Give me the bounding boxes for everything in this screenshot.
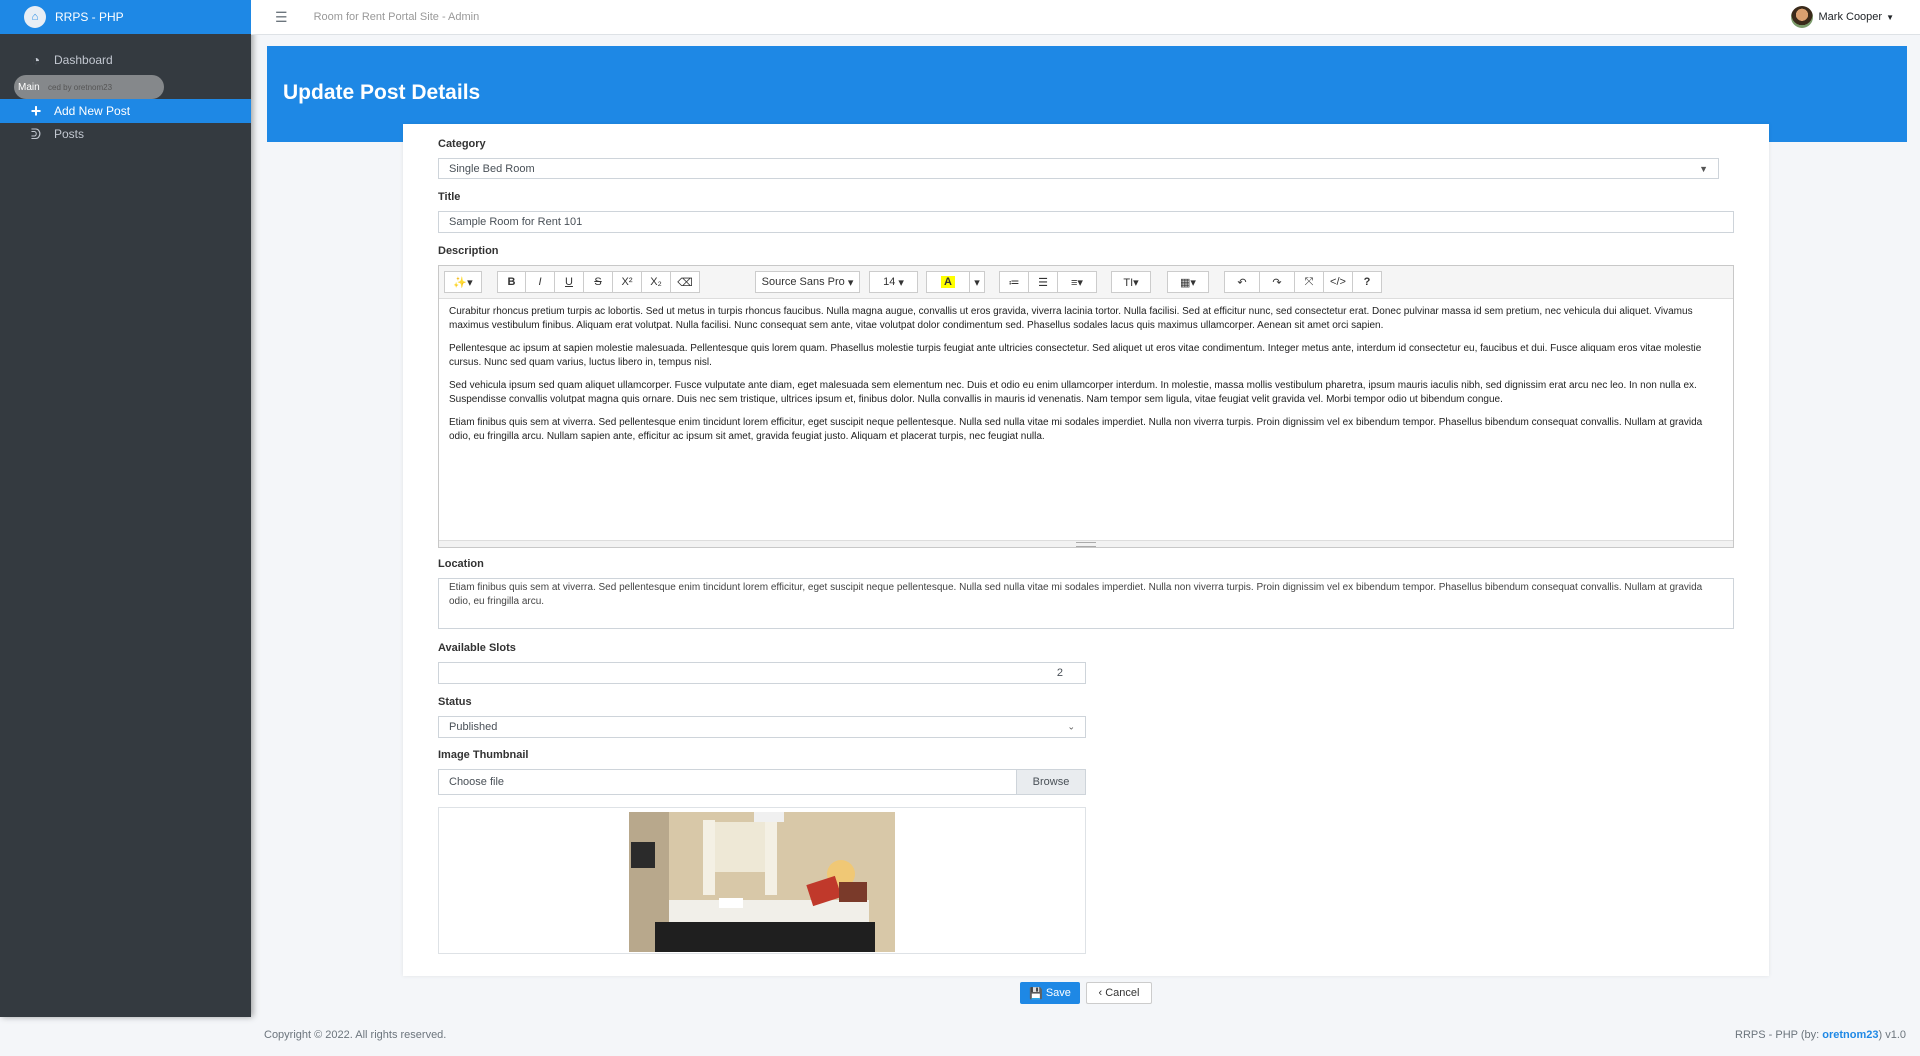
footer-version: ) v1.0 — [1878, 1029, 1906, 1041]
chevron-left-icon: ‹ — [1098, 987, 1103, 999]
thumbnail-preview — [438, 807, 1086, 954]
undo-icon[interactable]: ↶ — [1224, 271, 1260, 293]
file-placeholder: Choose file — [449, 776, 505, 788]
location-label: Location — [438, 558, 484, 570]
description-editor[interactable]: ✨▾ B I U S X² X₂ ⌫ Source Sans Pro ▾ 14 … — [438, 265, 1734, 548]
user-name: Mark Cooper — [1818, 11, 1883, 23]
underline-icon[interactable]: U — [554, 271, 584, 293]
status-value: Published — [449, 721, 498, 733]
cancel-button[interactable]: ‹ Cancel — [1086, 982, 1152, 1004]
status-select[interactable]: Published ⌄ — [438, 716, 1086, 738]
page-title: Update Post Details — [283, 81, 481, 104]
color-caret-icon[interactable]: ▾ — [969, 271, 985, 293]
fullscreen-icon[interactable]: ⤧ — [1294, 271, 1324, 293]
site-title: Room for Rent Portal Site - Admin — [313, 11, 480, 23]
description-label: Description — [438, 245, 499, 257]
footer-copyright: Copyright © 2022. All rights reserved. — [264, 1029, 447, 1041]
brand[interactable]: ⌂ RRPS - PHP — [0, 0, 251, 34]
status-label: Status — [438, 696, 472, 708]
superscript-icon[interactable]: X² — [612, 271, 642, 293]
category-select[interactable]: Single Bed Room ▼ — [438, 158, 1719, 179]
sidebar-header-main: Main — [18, 82, 40, 93]
sidebar-item-dashboard[interactable]: ◔ Dashboard — [0, 48, 251, 72]
strikethrough-icon[interactable]: S — [583, 271, 613, 293]
align-dropdown-icon[interactable]: ≡▾ — [1057, 271, 1097, 293]
font-family-dropdown[interactable]: Source Sans Pro ▾ — [755, 271, 860, 293]
sidebar-item-label: Add New Post — [54, 104, 131, 118]
chevron-down-icon: ⌄ — [1067, 721, 1075, 732]
avatar — [1790, 6, 1813, 28]
footer-author-link[interactable]: oretnom23 — [1822, 1029, 1878, 1041]
category-value: Single Bed Room — [449, 162, 535, 175]
footer-app: RRPS - PHP (by: — [1735, 1029, 1820, 1041]
eraser-icon[interactable]: ⌫ — [670, 271, 700, 293]
editor-paragraph: Curabitur rhoncus pretium turpis ac lobo… — [449, 306, 1693, 331]
user-menu[interactable]: Mark Cooper ▼ — [1790, 6, 1894, 28]
brand-name: RRPS - PHP — [55, 10, 124, 24]
sidebar-item-label: Posts — [54, 127, 85, 141]
slots-value: 2 — [1056, 667, 1063, 679]
sidebar-item-label: Dashboard — [54, 53, 113, 67]
editor-paragraph: Sed vehicula ipsum sed quam aliquet ulla… — [449, 380, 1697, 405]
chevron-down-icon: ▼ — [1699, 163, 1708, 174]
editor-content[interactable]: Curabitur rhoncus pretium turpis ac lobo… — [439, 299, 1733, 459]
line-height-icon[interactable]: TI▾ — [1111, 271, 1151, 293]
editor-paragraph: Etiam finibus quis sem at viverra. Sed p… — [449, 417, 1703, 442]
table-icon[interactable]: ▦▾ — [1167, 271, 1209, 293]
slots-input[interactable]: 2 — [438, 662, 1086, 684]
unordered-list-icon[interactable]: ☰ — [1028, 271, 1058, 293]
caret-down-icon: ▼ — [1886, 12, 1894, 22]
italic-icon[interactable]: I — [525, 271, 555, 293]
font-size-dropdown[interactable]: 14 ▾ — [869, 271, 918, 293]
slots-label: Available Slots — [438, 642, 516, 654]
help-icon[interactable]: ? — [1352, 271, 1382, 293]
blog-icon: ᕲ — [30, 125, 42, 142]
sidebar-item-posts[interactable]: ᕲ Posts — [0, 122, 251, 146]
browse-button[interactable]: Browse — [1016, 770, 1085, 794]
category-label: Category — [438, 138, 486, 150]
sidebar: ⌂ RRPS - PHP ◔ Dashboard Main ced by ore… — [0, 0, 251, 1017]
sidebar-header-credit: ced by oretnom23 — [48, 82, 113, 92]
redo-icon[interactable]: ↷ — [1259, 271, 1295, 293]
save-label: Save — [1045, 987, 1071, 999]
hamburger-menu-icon[interactable]: ☰ — [275, 9, 288, 26]
ordered-list-icon[interactable]: ≔ — [999, 271, 1029, 293]
editor-resize-handle[interactable] — [439, 540, 1733, 547]
location-textarea[interactable]: Etiam finibus quis sem at viverra. Sed p… — [438, 578, 1734, 629]
thumbnail-label: Image Thumbnail — [438, 749, 529, 761]
sidebar-header: Main ced by oretnom23 — [14, 75, 164, 99]
code-view-icon[interactable]: </> — [1323, 271, 1353, 293]
save-icon: 💾 — [1029, 987, 1043, 1000]
font-size-value: 14 — [883, 276, 896, 288]
form-card: Category Single Bed Room ▼ Title Sample … — [403, 124, 1769, 976]
tachometer-icon: ◔ — [31, 52, 41, 68]
subscript-icon[interactable]: X₂ — [641, 271, 671, 293]
cancel-label: Cancel — [1105, 987, 1140, 999]
editor-toolbar: ✨▾ B I U S X² X₂ ⌫ Source Sans Pro ▾ 14 … — [439, 266, 1733, 299]
topbar: ☰ Room for Rent Portal Site - Admin Mark… — [251, 0, 1920, 35]
thumbnail-file-input[interactable]: Choose file Browse — [438, 769, 1086, 795]
title-value: Sample Room for Rent 101 — [449, 216, 583, 228]
highlight-color-icon[interactable]: A — [926, 271, 970, 293]
magic-icon[interactable]: ✨▾ — [444, 271, 482, 293]
sidebar-item-add-new-post[interactable]: + Add New Post — [0, 99, 251, 123]
font-family-value: Source Sans Pro — [761, 276, 845, 288]
footer-credit: RRPS - PHP (by: oretnom23) v1.0 — [1735, 1029, 1906, 1041]
thumbnail-image — [629, 812, 895, 952]
title-input[interactable]: Sample Room for Rent 101 — [438, 211, 1734, 233]
bold-icon[interactable]: B — [497, 271, 526, 293]
plus-icon: + — [30, 100, 42, 121]
save-button[interactable]: 💾 Save — [1020, 982, 1080, 1004]
editor-paragraph: Pellentesque ac ipsum at sapien molestie… — [449, 343, 1702, 368]
brand-logo-icon: ⌂ — [24, 6, 46, 28]
title-label: Title — [438, 191, 461, 203]
